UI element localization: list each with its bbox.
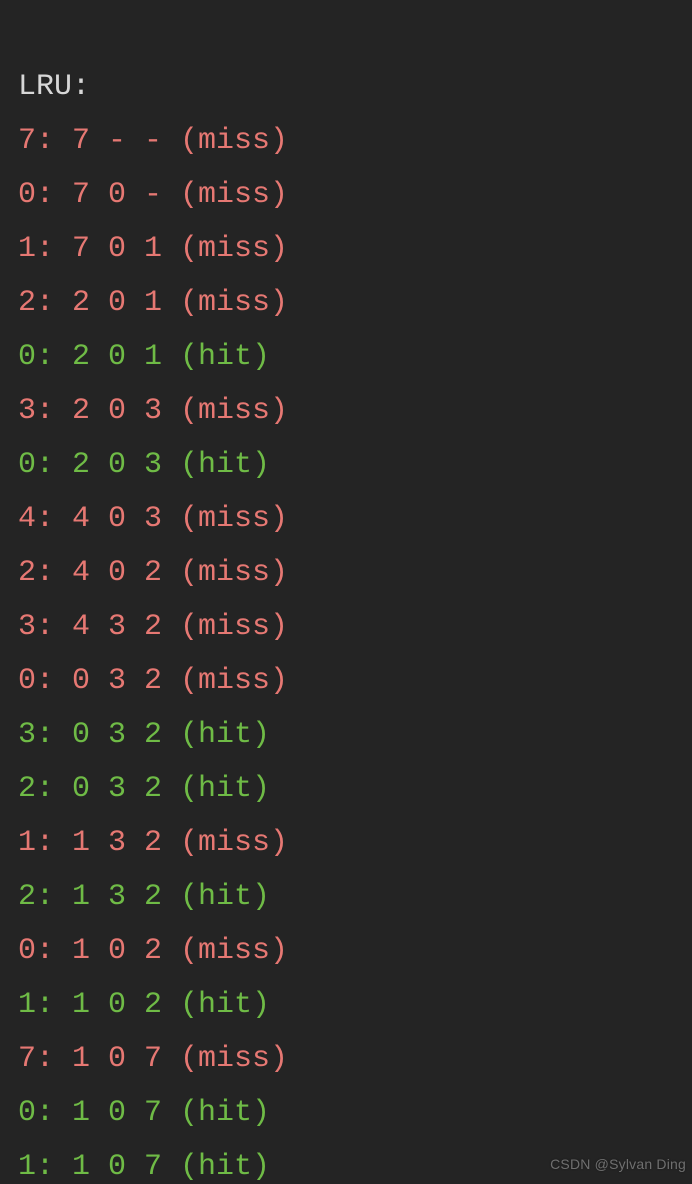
trace-line: 0: 0 3 2 (miss)	[18, 664, 288, 698]
trace-line: 0: 1 0 2 (miss)	[18, 934, 288, 968]
trace-line: 1: 7 0 1 (miss)	[18, 232, 288, 266]
trace-line: 7: 1 0 7 (miss)	[18, 1042, 288, 1076]
trace-line: 2: 1 3 2 (hit)	[18, 880, 270, 914]
trace-lines: 7: 7 - - (miss) 0: 7 0 - (miss) 1: 7 0 1…	[18, 114, 674, 1184]
trace-line: 7: 7 - - (miss)	[18, 124, 288, 158]
trace-line: 0: 2 0 3 (hit)	[18, 448, 270, 482]
trace-line: 2: 0 3 2 (hit)	[18, 772, 270, 806]
trace-line: 0: 2 0 1 (hit)	[18, 340, 270, 374]
trace-line: 3: 0 3 2 (hit)	[18, 718, 270, 752]
header-line: LRU:	[18, 70, 90, 104]
trace-line: 3: 2 0 3 (miss)	[18, 394, 288, 428]
trace-line: 3: 4 3 2 (miss)	[18, 610, 288, 644]
trace-line: 2: 2 0 1 (miss)	[18, 286, 288, 320]
trace-line: 1: 1 0 2 (hit)	[18, 988, 270, 1022]
terminal-output: LRU: 7: 7 - - (miss) 0: 7 0 - (miss) 1: …	[0, 0, 692, 1184]
trace-line: 0: 1 0 7 (hit)	[18, 1096, 270, 1130]
trace-line: 1: 1 0 7 (hit)	[18, 1150, 270, 1184]
trace-line: 4: 4 0 3 (miss)	[18, 502, 288, 536]
trace-line: 2: 4 0 2 (miss)	[18, 556, 288, 590]
trace-line: 1: 1 3 2 (miss)	[18, 826, 288, 860]
trace-line: 0: 7 0 - (miss)	[18, 178, 288, 212]
